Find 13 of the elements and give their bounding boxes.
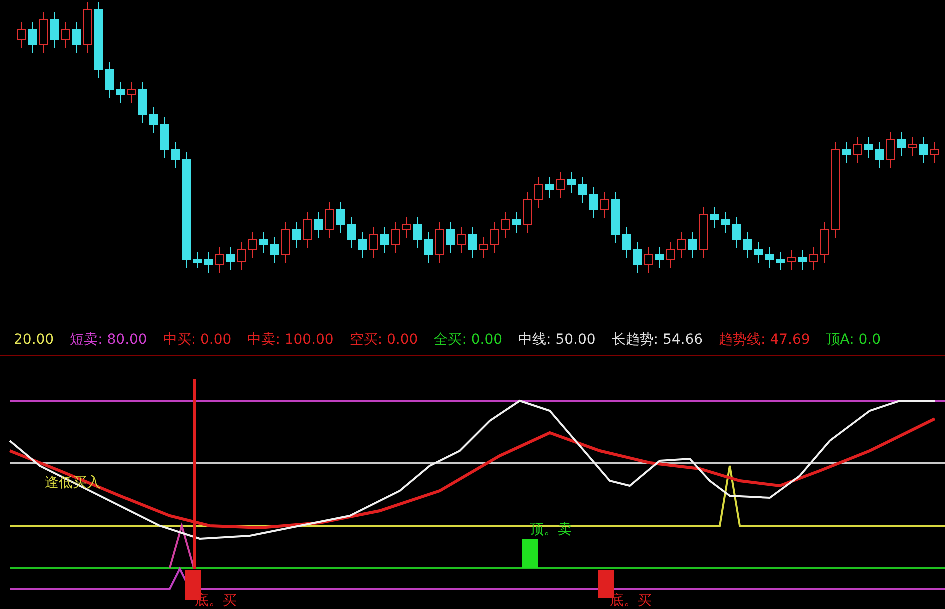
- indicator-value: 顶A: 0.0: [826, 331, 882, 349]
- sell-bar: [522, 539, 538, 568]
- indicator-value: 全买: 0.00: [434, 331, 503, 349]
- indicator-value: 中线: 50.00: [518, 331, 596, 349]
- indicator-value: 中卖: 100.00: [248, 331, 334, 349]
- indicator-value: 短卖: 80.00: [70, 331, 148, 349]
- indicator-value: 20.00: [14, 332, 54, 348]
- indicator-value: 空买: 0.00: [350, 331, 418, 349]
- indicator-value: 中买: 0.00: [163, 331, 232, 349]
- indicator-value: 长趋势: 54.66: [612, 331, 704, 349]
- indicator-value: 趋势线: 47.69: [719, 331, 810, 349]
- signal-label: 顶。卖: [530, 522, 572, 538]
- signal-peak-line: [169, 522, 195, 568]
